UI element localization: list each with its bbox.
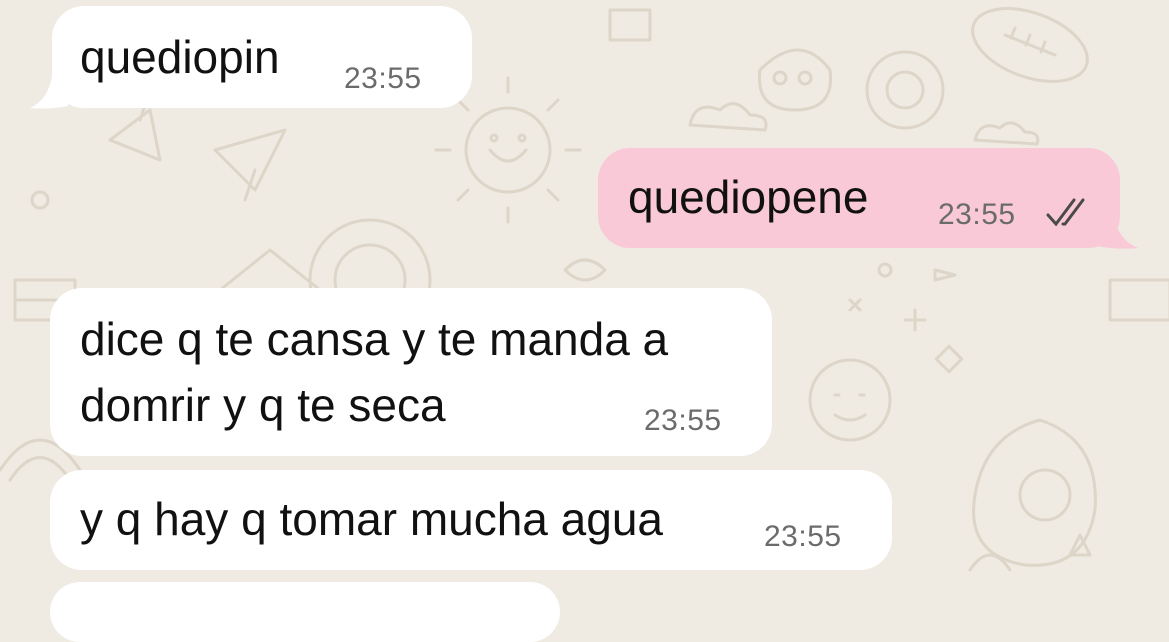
message-timestamp: 23:55	[938, 198, 1016, 231]
incoming-message-bubble[interactable]: quediopin 23:55	[52, 6, 472, 108]
message-timestamp: 23:55	[344, 62, 422, 95]
message-text-line-2: domrir y q te seca	[80, 379, 446, 431]
message-text: y q hay q tomar mucha agua	[80, 493, 663, 545]
incoming-message-bubble-partial[interactable]	[50, 582, 560, 642]
incoming-message-bubble[interactable]: y q hay q tomar mucha agua 23:55	[50, 470, 892, 570]
message-timestamp: 23:55	[644, 404, 722, 437]
outgoing-message-bubble[interactable]: quediopene 23:55	[598, 148, 1120, 248]
message-text: quediopene	[628, 171, 869, 223]
outgoing-bubble-tail	[1096, 216, 1138, 249]
message-text-line-1: dice q te cansa y te manda a	[80, 313, 669, 365]
incoming-bubble-tail	[30, 76, 68, 109]
double-check-icon	[1046, 198, 1085, 227]
incoming-message-bubble[interactable]: dice q te cansa y te manda a domrir y q …	[50, 288, 772, 456]
message-text: quediopin	[80, 31, 280, 83]
message-timestamp: 23:55	[764, 520, 842, 553]
